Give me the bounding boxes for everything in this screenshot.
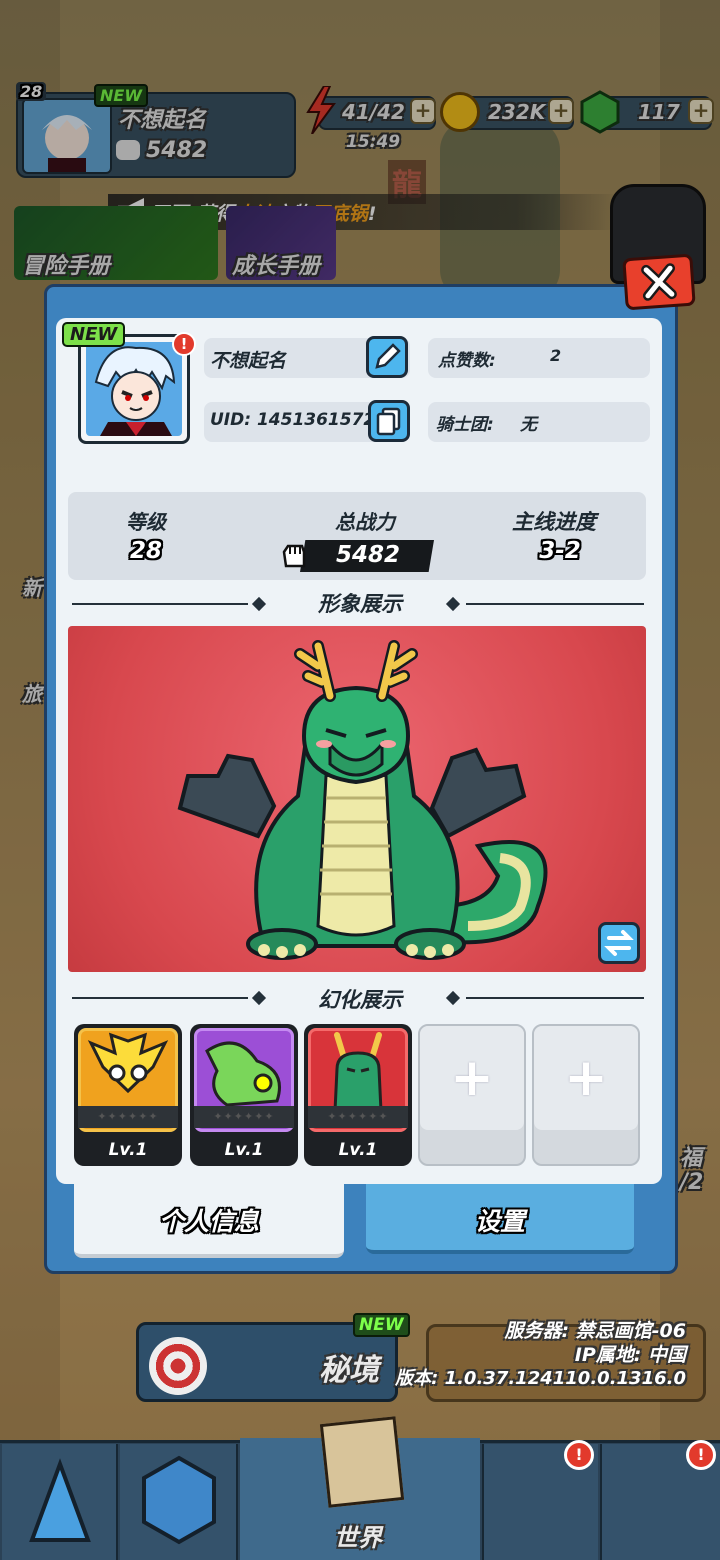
section-divider-right [466,603,644,605]
section-divider-right-2 [466,997,644,999]
nav-alert-icon-2: ! [686,1440,716,1470]
close-icon [641,263,677,301]
nav-tab-5[interactable]: ! [600,1440,720,1560]
close-button[interactable] [622,253,696,311]
edit-name-button[interactable] [366,336,408,378]
dragon-character-image [177,640,548,960]
transform-card-2[interactable]: ✦✦✦✦✦✦ Lv.1 [190,1024,298,1166]
tab-personal-info[interactable]: 个人信息 [74,1184,344,1258]
appearance-showcase [68,626,646,972]
fist-power-icon [280,540,308,570]
avatar-character-icon [94,346,176,436]
likes-label: 点赞数: [438,351,496,371]
transform-slot-empty-2[interactable]: + [532,1024,640,1166]
switch-appearance-button[interactable] [598,922,640,964]
nav-tab-world[interactable]: 世界 [240,1416,480,1560]
target-icon [149,1337,207,1395]
nav-alert-icon: ! [564,1440,594,1470]
guild-value: 无 [520,415,537,435]
power-stat-value: 5482 [335,542,400,568]
appearance-section-title: 形象展示 [318,592,402,616]
transform-level-2: Lv.1 [224,1140,264,1160]
tab-settings[interactable]: 设置 [366,1184,634,1254]
transform-level-3: Lv.1 [338,1140,378,1160]
tab-settings-label: 设置 [474,1207,525,1236]
secret-realm-label: 秘境 [319,1353,379,1388]
transform-stars-2: ✦✦✦✦✦✦ [194,1106,294,1128]
transform-stars-1: ✦✦✦✦✦✦ [78,1106,178,1128]
world-label: 世界 [334,1524,382,1552]
level-stat-value: 28 [129,538,162,564]
progress-stat-value: 3-2 [539,538,581,564]
tab-personal-info-label: 个人信息 [158,1207,259,1236]
ip-location: IP属地: 中国 [574,1344,686,1366]
player-name: 不想起名 [210,350,287,372]
nav-tab-2[interactable] [120,1444,238,1560]
likes-value: 2 [550,346,562,365]
transform-slot-empty-1[interactable]: + [418,1024,526,1166]
nav-tab-1[interactable] [2,1444,118,1560]
copy-uid-button[interactable] [368,400,410,442]
section-divider-left [72,603,248,605]
server-info: 服务器: 禁忌画馆-06 [504,1320,686,1342]
avatar-new-badge: NEW [62,322,126,347]
version-info: 版本: 1.0.37.124110.0.1316.0 [395,1368,686,1389]
transform-stars-3: ✦✦✦✦✦✦ [308,1106,408,1128]
swap-icon [604,930,634,956]
secret-realm-button[interactable]: 秘境 NEW [136,1313,410,1402]
pencil-icon [375,343,401,369]
world-map-icon [319,1416,405,1508]
transform-card-3[interactable]: ✦✦✦✦✦✦ Lv.1 [304,1024,412,1166]
copy-icon [376,407,401,436]
add-slot-icon-2: + [564,1048,608,1108]
nav-tab-4[interactable]: ! [482,1440,598,1560]
transform-section-title: 幻化展示 [318,988,402,1012]
level-stat-label: 等级 [126,510,166,534]
section-divider-left-2 [72,997,248,999]
avatar-alert-icon: ! [172,332,196,356]
add-slot-icon: + [450,1048,494,1108]
progress-stat-label: 主线进度 [512,510,596,534]
transform-card-1[interactable]: ✦✦✦✦✦✦ Lv.1 [74,1024,182,1166]
guild-label: 骑士团: [436,415,494,435]
transform-level-1: Lv.1 [108,1140,148,1160]
player-uid: UID: 1451361572 [210,410,376,430]
power-stat-label: 总战力 [335,510,395,534]
secret-realm-new-badge: NEW [353,1313,410,1337]
